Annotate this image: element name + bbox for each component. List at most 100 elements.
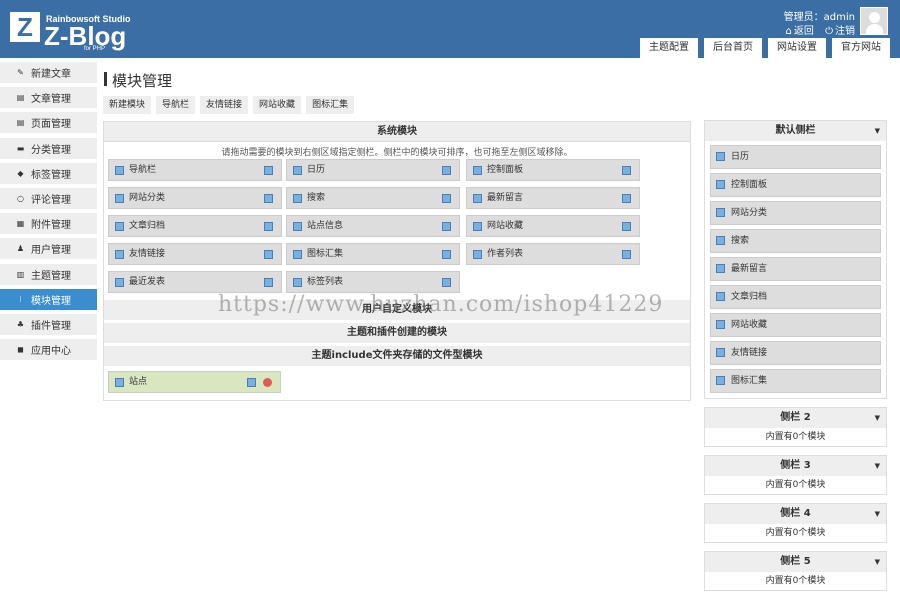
tab-navbar[interactable]: 导航栏 — [156, 96, 196, 114]
caret-down-icon: ▼ — [874, 414, 880, 422]
sidebar-item-app-center[interactable]: ◼ 应用中心 — [0, 339, 97, 360]
edit-cube-icon[interactable] — [442, 278, 451, 287]
edit-cube-icon[interactable] — [442, 250, 451, 259]
edit-cube-icon[interactable] — [442, 166, 451, 175]
sidebar-4-header[interactable]: 侧栏 4 ▼ — [705, 504, 886, 524]
delete-icon[interactable] — [263, 378, 272, 387]
tab-official-site[interactable]: 官方网站 — [832, 38, 890, 58]
tab-site-settings[interactable]: 网站设置 — [768, 38, 826, 58]
edit-cube-icon[interactable] — [264, 194, 273, 203]
system-modules-header: 系统模块 — [104, 122, 690, 142]
edit-cube-icon[interactable] — [247, 378, 256, 387]
sidebar-5: 侧栏 5 ▼ 内置有0个模块 — [704, 551, 887, 591]
tab-new-module[interactable]: 新建模块 — [103, 96, 152, 114]
sidebar-item-themes[interactable]: ▥ 主题管理 — [0, 264, 97, 285]
default-sidebar-items: 日历控制面板网站分类搜索最新留言文章归档网站收藏友情链接图标汇集 — [705, 145, 886, 393]
avatar[interactable] — [860, 7, 888, 35]
cube-icon — [115, 250, 124, 259]
tab-icons[interactable]: 图标汇集 — [306, 96, 355, 114]
module-item[interactable]: 网站分类 — [108, 187, 282, 209]
cube-icon — [716, 348, 725, 357]
edit-cube-icon[interactable] — [442, 194, 451, 203]
default-sidebar-header[interactable]: 默认侧栏 ▼ — [705, 121, 886, 141]
edit-cube-icon[interactable] — [622, 222, 631, 231]
cube-icon — [115, 378, 124, 387]
sidebar-module-item[interactable]: 文章归档 — [710, 285, 881, 309]
cube-icon — [716, 236, 725, 245]
tab-favorites[interactable]: 网站收藏 — [253, 96, 302, 114]
sidebar-zones: 默认侧栏 ▼ 日历控制面板网站分类搜索最新留言文章归档网站收藏友情链接图标汇集 侧… — [704, 120, 887, 599]
tab-links[interactable]: 友情链接 — [200, 96, 249, 114]
cube-icon — [115, 222, 124, 231]
module-item[interactable]: 最近发表 — [108, 271, 282, 293]
cube-icon — [716, 376, 725, 385]
edit-cube-icon[interactable] — [622, 166, 631, 175]
sidebar-3-header[interactable]: 侧栏 3 ▼ — [705, 456, 886, 476]
sidebar-module-item[interactable]: 图标汇集 — [710, 369, 881, 393]
module-item[interactable]: 控制面板 — [466, 159, 640, 181]
sidebar-item-comments[interactable]: ○ 评论管理 — [0, 188, 97, 209]
sidebar-item-tags[interactable]: ◆ 标签管理 — [0, 163, 97, 184]
edit-cube-icon[interactable] — [264, 166, 273, 175]
tab-theme-config[interactable]: 主题配置 — [640, 38, 698, 58]
sidebar-item-attachments[interactable]: ▦ 附件管理 — [0, 213, 97, 234]
sidebar-item-articles[interactable]: ▤ 文章管理 — [0, 87, 97, 108]
sidebar-item-new-article[interactable]: ✎ 新建文章 — [0, 62, 97, 83]
edit-cube-icon[interactable] — [264, 278, 273, 287]
sidebar-2-header[interactable]: 侧栏 2 ▼ — [705, 408, 886, 428]
edit-icon: ✎ — [17, 68, 24, 77]
sidebar-2-count: 内置有0个模块 — [765, 432, 826, 442]
attachment-icon: ▦ — [16, 219, 25, 228]
caret-down-icon: ▼ — [874, 127, 880, 135]
sidebar-module-item[interactable]: 日历 — [710, 145, 881, 169]
watermark: https://www.huzhan.com/ishop41229 — [218, 292, 664, 317]
cube-icon — [716, 180, 725, 189]
back-link[interactable]: 返回 — [794, 26, 814, 37]
power-icon: ⏻ — [825, 26, 833, 37]
sidebar-5-header[interactable]: 侧栏 5 ▼ — [705, 552, 886, 572]
sidebar-module-item[interactable]: 友情链接 — [710, 341, 881, 365]
sidebar-item-plugins[interactable]: ♣ 插件管理 — [0, 314, 97, 335]
edit-cube-icon[interactable] — [622, 250, 631, 259]
sidebar-module-item[interactable]: 网站分类 — [710, 201, 881, 225]
plugin-icon: ♣ — [16, 320, 25, 329]
module-item[interactable]: 导航栏 — [108, 159, 282, 181]
sidebar-item-users[interactable]: ♟ 用户管理 — [0, 238, 97, 259]
module-item[interactable]: 最新留言 — [466, 187, 640, 209]
sidebar-module-item[interactable]: 网站收藏 — [710, 313, 881, 337]
module-item[interactable]: 站点信息 — [286, 215, 460, 237]
sidebar-5-count: 内置有0个模块 — [765, 576, 826, 586]
sidebar-item-categories[interactable]: ▬ 分类管理 — [0, 138, 97, 159]
module-item[interactable]: 文章归档 — [108, 215, 282, 237]
module-item[interactable]: 搜索 — [286, 187, 460, 209]
module-item[interactable]: 网站收藏 — [466, 215, 640, 237]
edit-cube-icon[interactable] — [264, 222, 273, 231]
cube-icon — [293, 278, 302, 287]
module-item[interactable]: 友情链接 — [108, 243, 282, 265]
module-title-icon — [104, 72, 107, 86]
module-item[interactable]: 作者列表 — [466, 243, 640, 265]
sidebar-module-item[interactable]: 搜索 — [710, 229, 881, 253]
sidebar-item-modules[interactable]: ⁝ 模块管理 — [0, 289, 97, 310]
module-item[interactable]: 日历 — [286, 159, 460, 181]
header-links: ⌂ 返回 ⏻ 注销 — [778, 22, 855, 37]
edit-cube-icon[interactable] — [442, 222, 451, 231]
edit-cube-icon[interactable] — [264, 250, 273, 259]
logout-link[interactable]: 注销 — [835, 26, 855, 37]
theme-icon: ▥ — [16, 270, 25, 279]
sidebar-module-item[interactable]: 最新留言 — [710, 257, 881, 281]
theme-include-header: 主题include文件夹存储的文件型模块 — [104, 346, 690, 366]
sidebar-module-item[interactable]: 控制面板 — [710, 173, 881, 197]
page-icon: ▤ — [16, 118, 25, 127]
sidebar-item-pages[interactable]: ▤ 页面管理 — [0, 112, 97, 133]
edit-cube-icon[interactable] — [622, 194, 631, 203]
folder-icon: ▬ — [16, 144, 25, 153]
cube-icon — [293, 222, 302, 231]
module-item[interactable]: 站点 — [108, 371, 281, 393]
theme-plugin-header: 主题和插件创建的模块 — [104, 323, 690, 343]
module-item[interactable]: 图标汇集 — [286, 243, 460, 265]
cube-icon — [716, 320, 725, 329]
cube-icon: ◼ — [17, 345, 24, 354]
tab-admin-home[interactable]: 后台首页 — [704, 38, 762, 58]
module-item[interactable]: 标签列表 — [286, 271, 460, 293]
